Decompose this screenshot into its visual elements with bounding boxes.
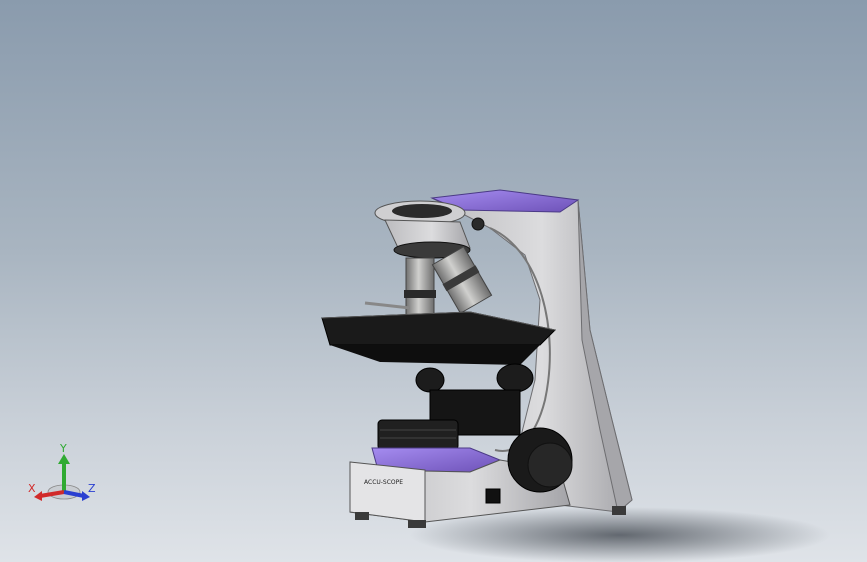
power-switch[interactable] bbox=[485, 488, 501, 504]
stage-control-knob[interactable] bbox=[415, 367, 445, 393]
foot-front-right bbox=[408, 520, 426, 528]
focus-knob-inner bbox=[527, 442, 573, 488]
base-brand-label: ACCU-SCOPE bbox=[364, 479, 403, 486]
head-lock-knob[interactable] bbox=[471, 217, 485, 231]
head-top-opening bbox=[392, 204, 452, 218]
slide-holder-arm[interactable] bbox=[364, 301, 411, 310]
foot-front-left bbox=[355, 512, 369, 520]
axis-triad: Y X Z bbox=[28, 442, 96, 501]
x-axis-label: X bbox=[28, 482, 36, 495]
objective-band bbox=[404, 290, 436, 298]
z-axis-label: Z bbox=[88, 482, 96, 495]
cad-viewport[interactable]: ACCU-SCOPE Y X Z bbox=[0, 0, 867, 562]
stage-control-knob-2[interactable] bbox=[496, 363, 534, 393]
objective-tube-front[interactable] bbox=[405, 257, 435, 321]
stage-underside bbox=[330, 345, 540, 365]
y-axis-arrow bbox=[58, 454, 70, 464]
field-diaphragm[interactable] bbox=[377, 419, 459, 451]
microscope-model[interactable]: ACCU-SCOPE bbox=[0, 0, 867, 562]
y-axis-label: Y bbox=[59, 442, 67, 455]
foot-rear bbox=[612, 506, 626, 515]
